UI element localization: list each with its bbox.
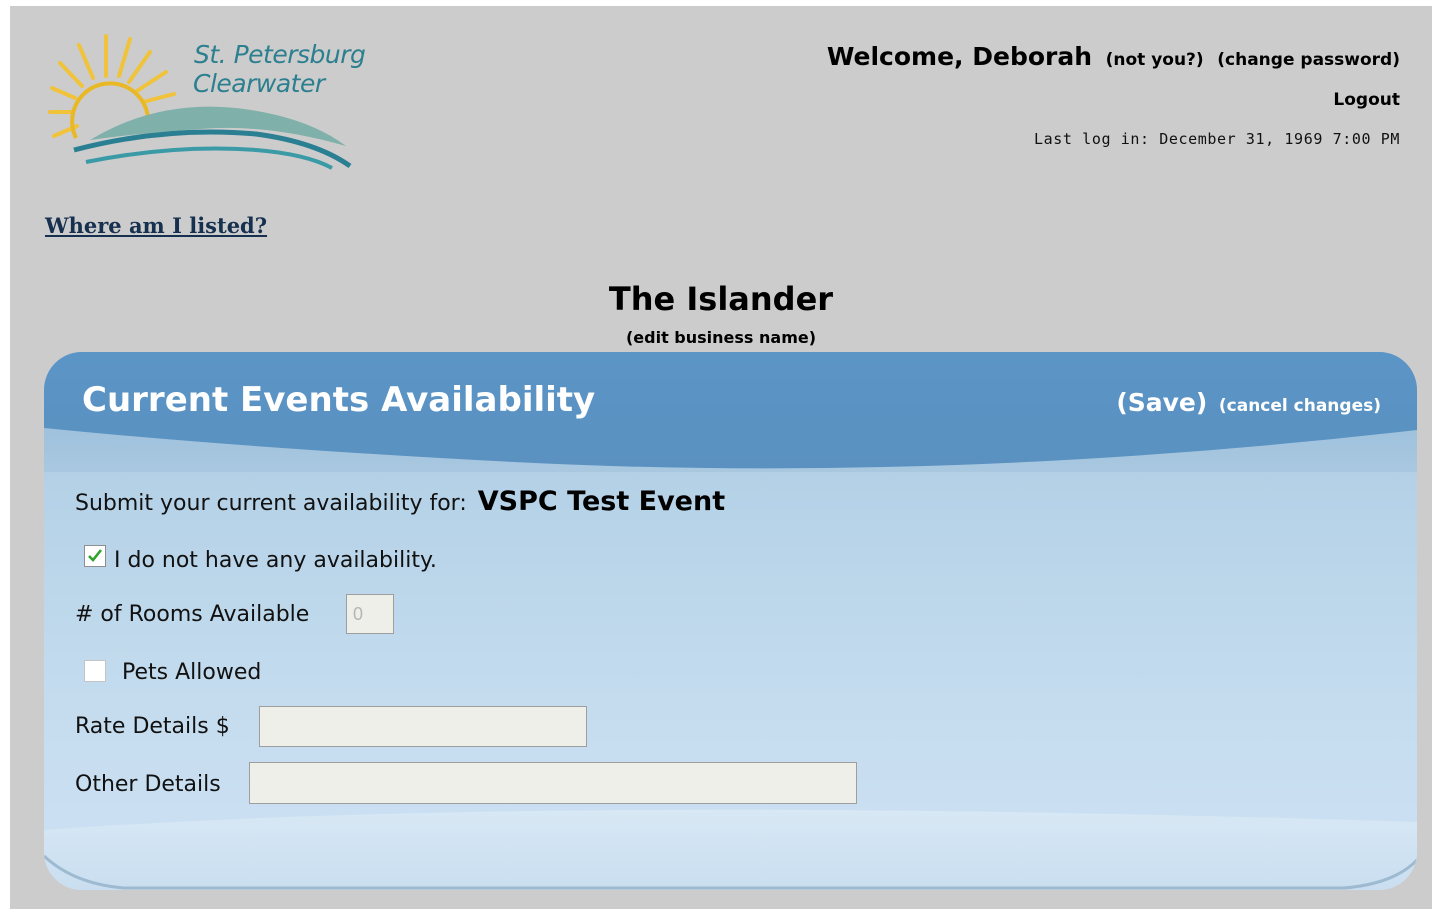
checkmark-icon [88,549,103,562]
other-details-input[interactable] [249,762,857,804]
change-password-link[interactable]: (change password) [1217,50,1400,70]
other-details-label: Other Details [75,772,221,797]
logo-text-line2: Clearwater [193,69,325,98]
rate-details-label: Rate Details $ [75,714,230,739]
rooms-available-label: # of Rooms Available [75,602,310,627]
welcome-bar: Welcome, Deborah (not you?) (change pass… [827,42,1400,71]
submit-prefix-text: Submit your current availability for: [75,491,467,516]
page-frame: St. Petersburg Clearwater Welcome, Debor… [10,6,1432,909]
logo-text-line1: St. Petersburg [194,40,366,69]
no-availability-label: I do not have any availability. [114,548,437,573]
rooms-available-input[interactable] [346,594,394,634]
welcome-text: Welcome, Deborah [826,42,1093,71]
submit-availability-line: Submit your current availability for: VS… [75,486,725,517]
site-logo[interactable]: St. Petersburg Clearwater [46,30,376,176]
logout-link[interactable]: Logout [1333,90,1400,110]
no-availability-checkbox[interactable] [84,545,106,567]
panel-title: Current Events Availability [82,380,596,420]
last-login-text: Last log in: December 31, 1969 7:00 PM [1034,130,1400,148]
business-name: The Islander [608,280,834,318]
where-am-i-listed-link[interactable]: Where am I listed? [45,213,267,238]
edit-business-name-wrap: (edit business name) [10,328,1432,347]
save-button[interactable]: (Save) [1116,388,1207,417]
availability-panel: Current Events Availability (Save) (canc… [44,352,1417,890]
rate-details-input[interactable] [259,706,587,747]
edit-business-name-link[interactable]: (edit business name) [626,328,816,347]
pets-allowed-label: Pets Allowed [122,660,262,685]
cancel-changes-button[interactable]: (cancel changes) [1219,396,1381,416]
pets-allowed-checkbox[interactable] [84,660,106,682]
panel-actions: (Save) (cancel changes) [1116,388,1381,417]
not-you-link[interactable]: (not you?) [1106,50,1204,70]
event-name: VSPC Test Event [477,486,726,517]
panel-footer-background [44,809,1417,890]
